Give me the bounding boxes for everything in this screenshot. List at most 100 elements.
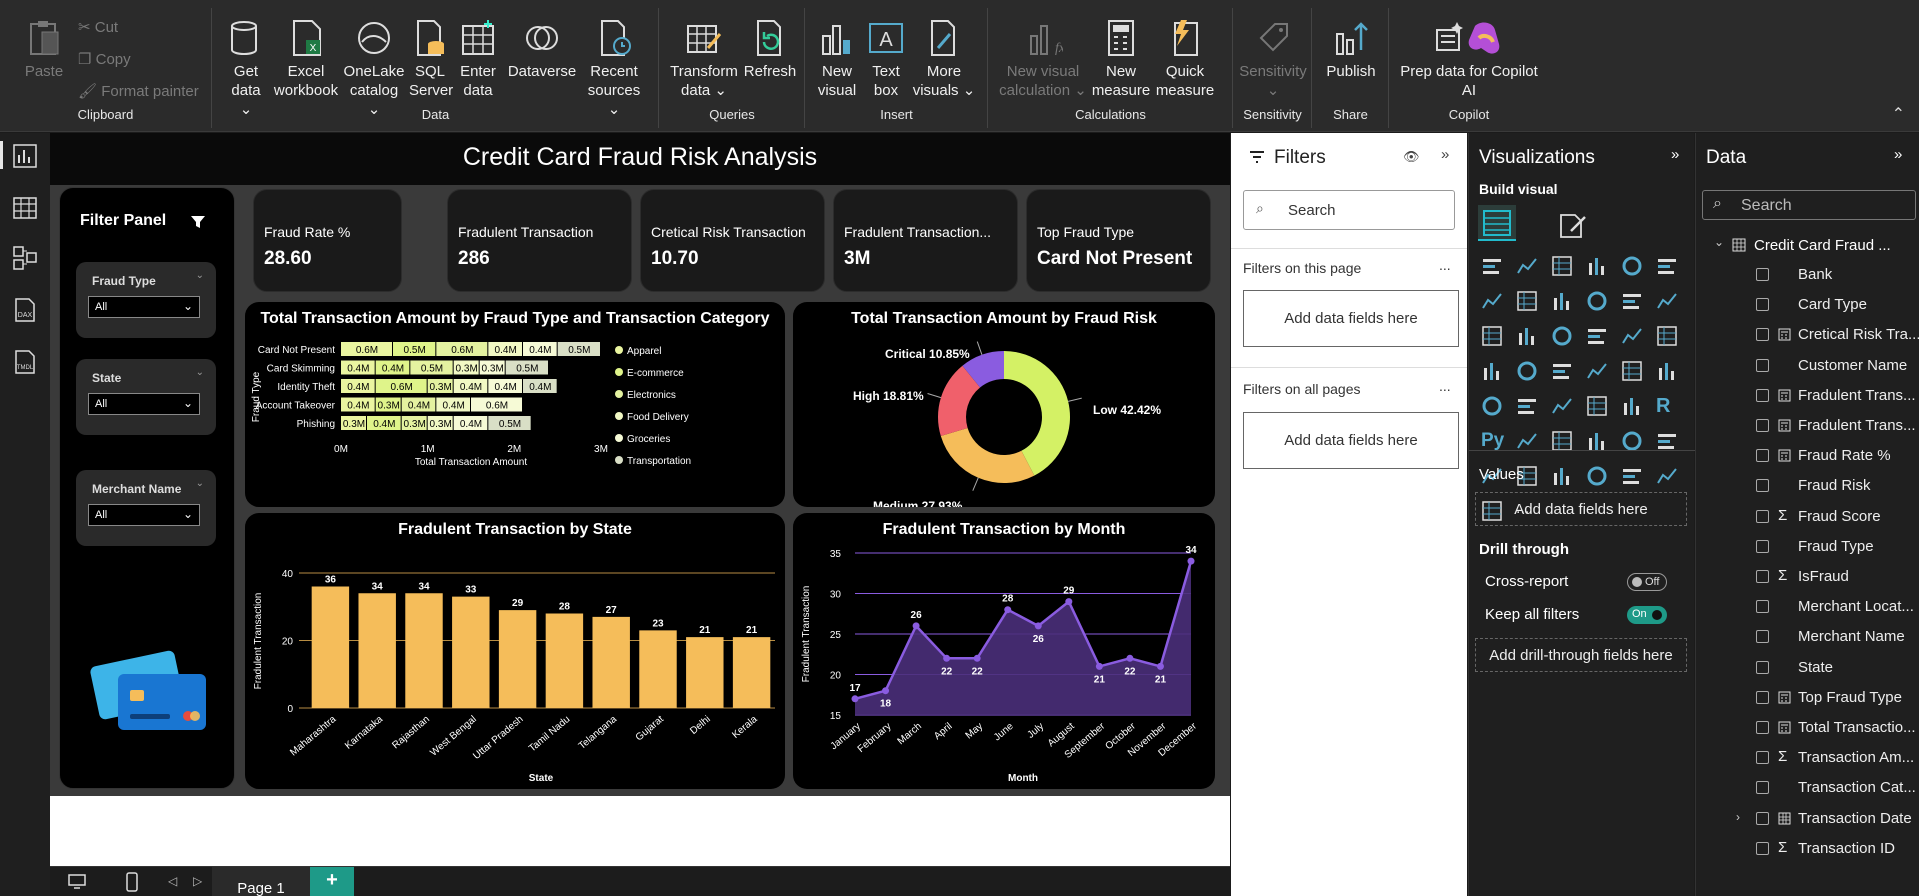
field-checkbox[interactable] xyxy=(1756,660,1769,674)
values-drop-zone[interactable]: Add data fields here xyxy=(1475,492,1687,526)
stacked-area-icon[interactable] xyxy=(1551,290,1573,312)
python-visual-icon[interactable]: Py xyxy=(1481,430,1504,452)
table-visual-icon[interactable] xyxy=(1586,395,1608,417)
field-row[interactable]: Fradulent Trans... xyxy=(1696,381,1919,411)
more-options-icon[interactable]: ... xyxy=(1439,378,1451,394)
field-checkbox[interactable] xyxy=(1756,600,1769,614)
power-apps-icon[interactable] xyxy=(1586,465,1608,487)
fraud-type-slicer[interactable]: Fraud Type ⌄ All ⌄ xyxy=(76,262,216,338)
transform-data-button[interactable]: Transform data ⌄ xyxy=(670,18,738,100)
field-row[interactable]: › Transaction Date xyxy=(1696,804,1919,834)
line-clustered-icon[interactable] xyxy=(1656,290,1678,312)
more-options-icon[interactable]: ... xyxy=(1439,257,1451,273)
collapse-data-chevron-icon[interactable]: » xyxy=(1894,146,1902,163)
field-checkbox[interactable] xyxy=(1756,570,1769,583)
slicer-clear-chevron-icon[interactable]: ⌄ xyxy=(196,270,204,281)
format-visual-icon[interactable] xyxy=(1557,209,1589,239)
state-slicer[interactable]: State ⌄ All ⌄ xyxy=(76,359,216,435)
field-row[interactable]: Fraud Rate % xyxy=(1696,441,1919,471)
build-visual-tab[interactable] xyxy=(1478,205,1516,241)
pie-chart-icon[interactable] xyxy=(1586,325,1608,347)
page-tab-1[interactable]: Page 1 xyxy=(212,867,310,896)
fabric-icon[interactable] xyxy=(1656,465,1678,487)
multi-card-icon[interactable] xyxy=(1551,465,1573,487)
refresh-button[interactable]: Refresh xyxy=(742,18,798,81)
slicer-clear-chevron-icon[interactable]: ⌄ xyxy=(196,478,204,489)
chart-fraud-type-category[interactable]: Total Transaction Amount by Fraud Type a… xyxy=(245,302,785,507)
field-checkbox[interactable] xyxy=(1756,781,1769,795)
collapse-ribbon-chevron-icon[interactable]: ⌃ xyxy=(1892,104,1905,124)
field-checkbox[interactable] xyxy=(1756,419,1769,432)
field-row[interactable]: Total Transactio... xyxy=(1696,713,1919,743)
enter-data-button[interactable]: Enter data xyxy=(455,18,501,100)
field-row[interactable]: Fradulent Trans... xyxy=(1696,411,1919,441)
slicer-clear-chevron-icon[interactable]: ⌄ xyxy=(196,367,204,378)
merchant-name-slicer[interactable]: Merchant Name ⌄ All ⌄ xyxy=(76,470,216,546)
field-row[interactable]: Σ Transaction Am... xyxy=(1696,743,1919,773)
filled-map-icon[interactable] xyxy=(1516,360,1538,382)
field-checkbox[interactable] xyxy=(1756,811,1769,825)
gauge-icon[interactable] xyxy=(1621,360,1643,382)
card-icon[interactable] xyxy=(1656,360,1678,382)
quick-measure-button[interactable]: Quick measure xyxy=(1153,18,1217,100)
field-row[interactable]: Fraud Type xyxy=(1696,532,1919,562)
field-row[interactable]: Σ IsFraud xyxy=(1696,562,1919,592)
narrative-icon[interactable] xyxy=(1621,430,1643,452)
kpi-fradulent-amount[interactable]: Fradulent Transaction... 3M xyxy=(833,189,1018,292)
tmdl-view-icon[interactable]: TMDL xyxy=(12,349,38,375)
scatter-icon[interactable] xyxy=(1551,325,1573,347)
donut-chart-icon[interactable] xyxy=(1621,325,1643,347)
format-painter-button[interactable]: 🖌 Format painter xyxy=(78,82,199,100)
data-search-input[interactable]: ⌕ Search xyxy=(1702,190,1916,220)
dataverse-button[interactable]: Dataverse xyxy=(505,18,579,81)
chart-state[interactable]: Fradulent Transaction by State 0 20 40 36 Ma… xyxy=(245,513,785,789)
copy-button[interactable]: ❐ Copy xyxy=(78,50,131,68)
table-view-icon[interactable] xyxy=(12,195,38,221)
collapse-viz-chevron-icon[interactable]: » xyxy=(1671,146,1679,163)
cut-button[interactable]: ✂ Cut xyxy=(78,18,118,36)
bar-100-icon[interactable] xyxy=(1621,255,1643,277)
dax-query-view-icon[interactable]: DAX xyxy=(12,297,38,323)
field-checkbox[interactable] xyxy=(1756,328,1769,342)
paste-button[interactable]: Paste xyxy=(22,18,66,81)
chart-fraud-risk[interactable]: Total Transaction Amount by Fraud Risk L… xyxy=(793,302,1215,507)
chart-month[interactable]: Fradulent Transaction by Month 15 20 25 30 3… xyxy=(793,513,1215,789)
shape-map-icon[interactable] xyxy=(1551,360,1573,382)
field-row[interactable]: Fraud Risk xyxy=(1696,471,1919,501)
field-row[interactable]: Transaction Cat... xyxy=(1696,773,1919,803)
matrix-icon[interactable] xyxy=(1621,395,1643,417)
field-row[interactable]: Σ Transaction ID xyxy=(1696,834,1919,864)
sensitivity-button[interactable]: Sensitivity ⌄ xyxy=(1238,18,1308,100)
field-checkbox[interactable] xyxy=(1756,479,1769,493)
field-checkbox[interactable] xyxy=(1756,509,1769,523)
ribbon-chart-icon[interactable] xyxy=(1586,290,1608,312)
model-view-icon[interactable] xyxy=(12,245,38,271)
field-checkbox[interactable] xyxy=(1756,721,1769,734)
stacked-bar-icon[interactable] xyxy=(1481,255,1503,277)
power-automate-icon[interactable] xyxy=(1621,465,1643,487)
field-checkbox[interactable] xyxy=(1756,388,1769,402)
clustered-column-icon[interactable] xyxy=(1586,255,1608,277)
field-row[interactable]: Σ Fraud Score xyxy=(1696,502,1919,532)
field-row[interactable]: State xyxy=(1696,653,1919,683)
area-chart-icon[interactable] xyxy=(1516,290,1538,312)
more-visuals-button[interactable]: More visuals ⌄ xyxy=(912,18,976,100)
field-checkbox[interactable] xyxy=(1756,358,1769,372)
funnel-chart-icon[interactable] xyxy=(1516,325,1538,347)
next-page-chevron-icon[interactable]: ▷ xyxy=(193,874,202,888)
field-row[interactable]: Merchant Locat... xyxy=(1696,592,1919,622)
add-page-button[interactable]: + xyxy=(310,867,354,896)
field-row[interactable]: Customer Name xyxy=(1696,351,1919,381)
excel-workbook-button[interactable]: X Excel workbook xyxy=(273,18,339,100)
key-influencers-icon[interactable] xyxy=(1516,430,1538,452)
cross-report-toggle[interactable]: Off xyxy=(1627,573,1667,591)
waterfall-icon[interactable] xyxy=(1481,325,1503,347)
keep-all-filters-toggle[interactable]: On xyxy=(1627,606,1667,624)
treemap-icon[interactable] xyxy=(1656,325,1678,347)
field-checkbox[interactable] xyxy=(1756,539,1769,553)
kpi-fradulent-transaction[interactable]: Fradulent Transaction 286 xyxy=(447,189,632,292)
expand-field-chevron-icon[interactable]: › xyxy=(1736,810,1740,824)
publish-button[interactable]: Publish xyxy=(1319,18,1383,81)
recent-sources-button[interactable]: Recent sources ⌄ xyxy=(581,18,647,119)
qa-icon[interactable] xyxy=(1586,430,1608,452)
